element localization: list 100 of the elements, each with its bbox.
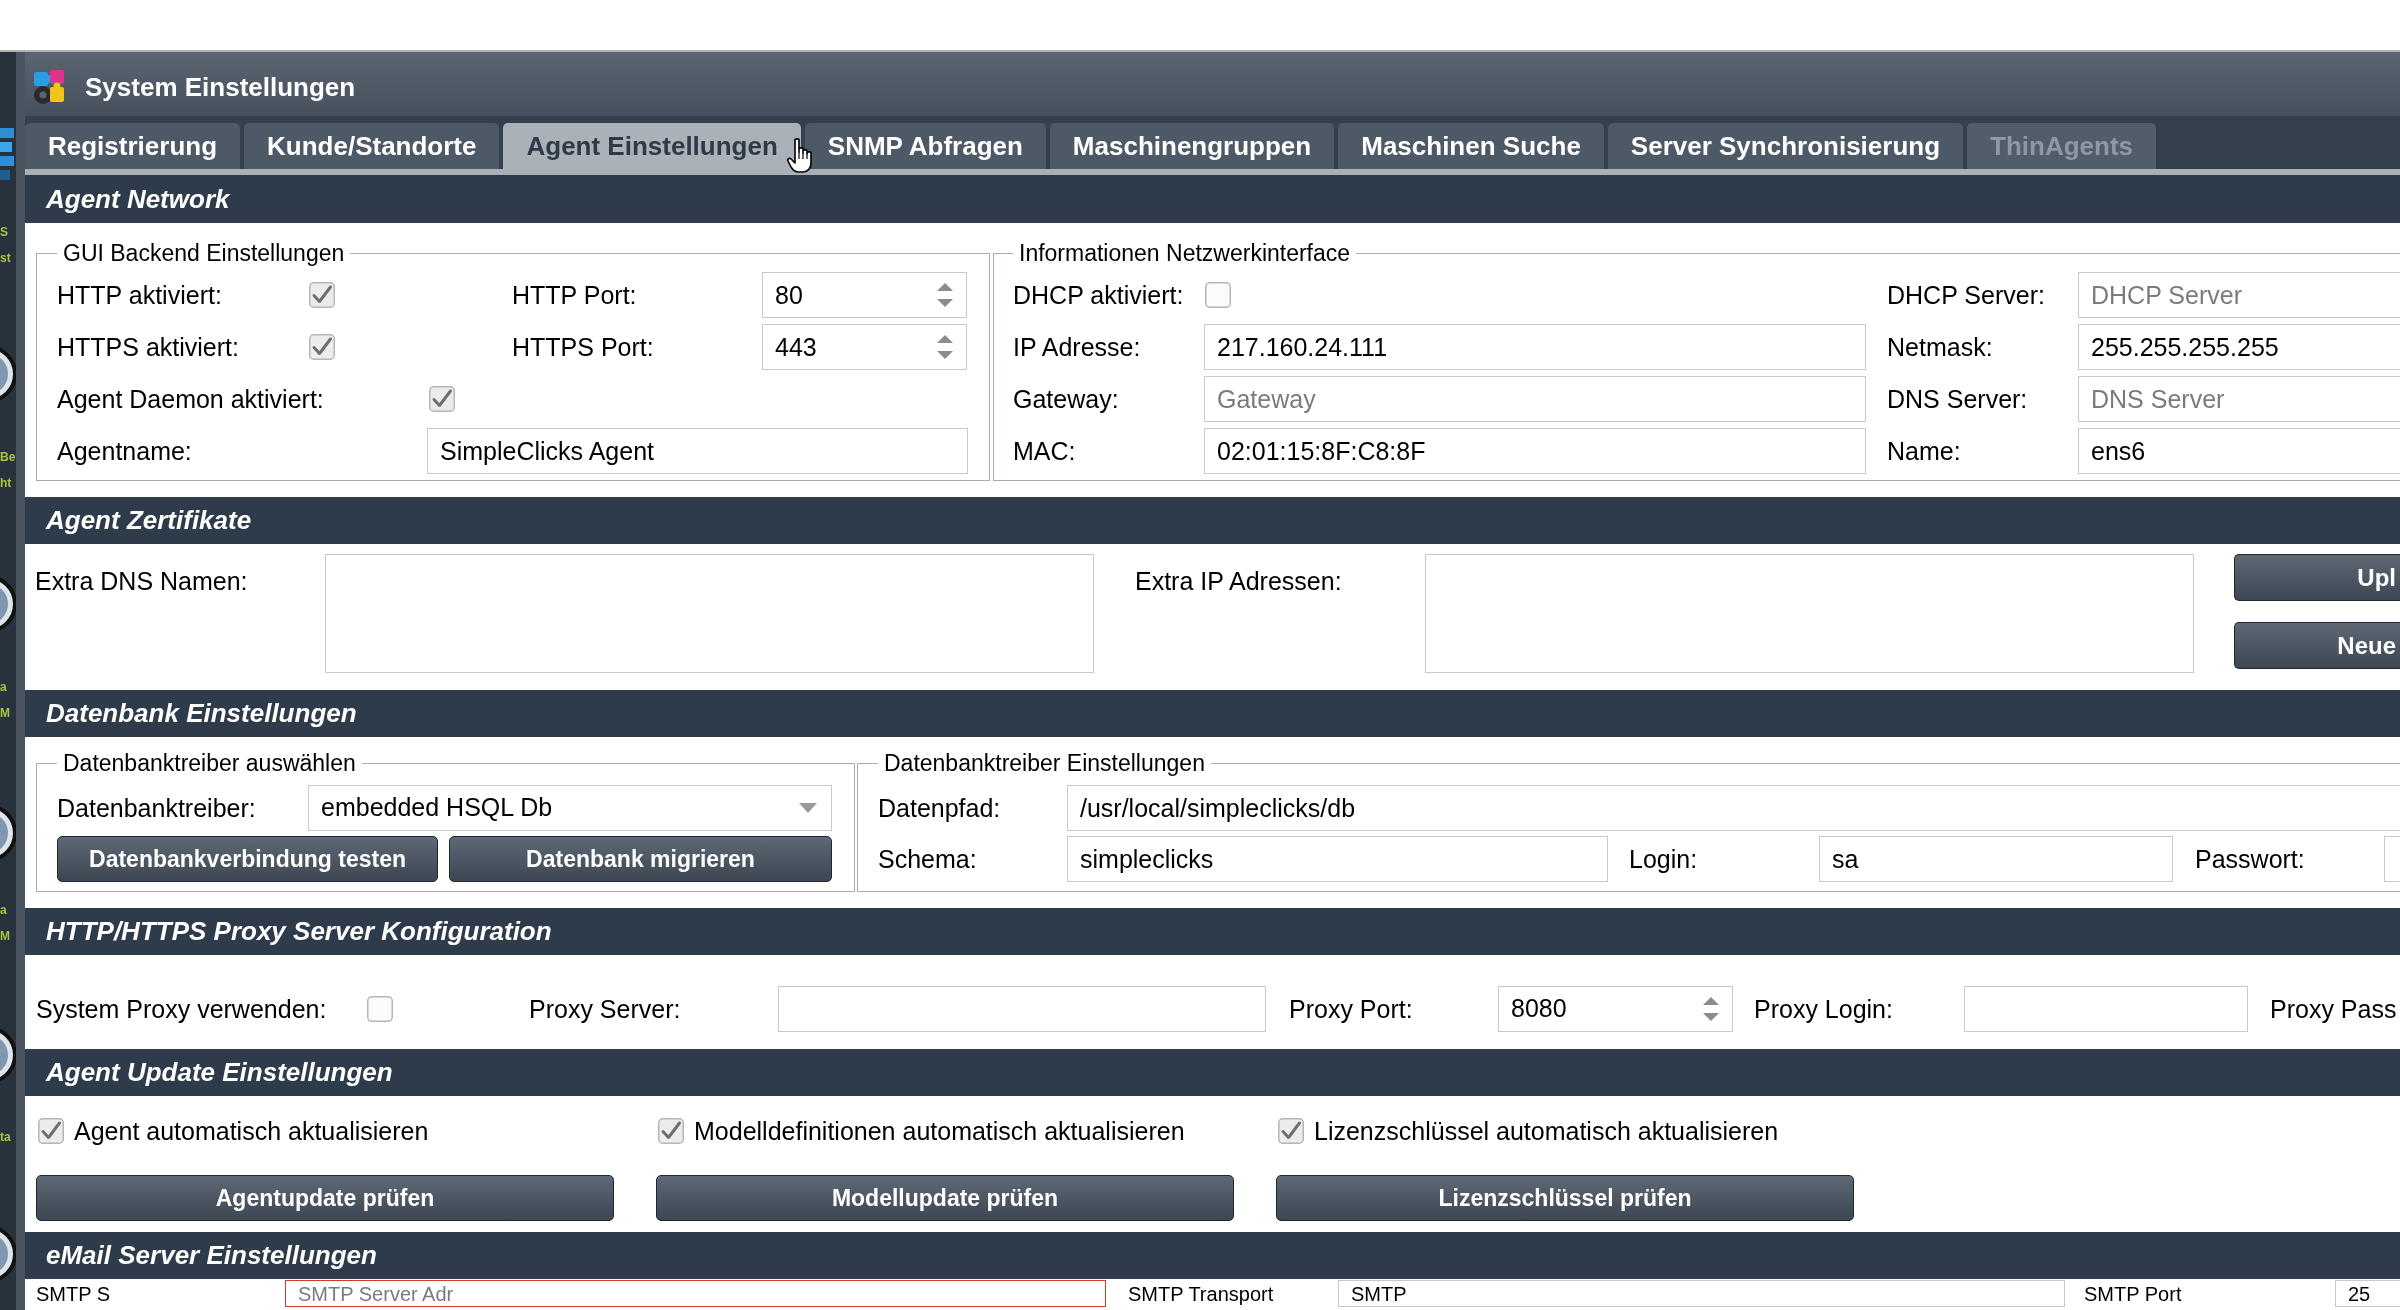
icon-label: M — [0, 705, 10, 722]
text-field[interactable]: 217.160.24.111 — [1204, 324, 1866, 370]
icon-label: a — [0, 679, 8, 696]
caret-icon — [799, 803, 817, 813]
text-field[interactable]: SMTP Server Adr — [285, 1280, 1106, 1307]
tab[interactable]: Maschinengruppen — [1049, 123, 1335, 169]
action-button[interactable]: Upl — [2234, 554, 2400, 601]
field-label: HTTPS Port: — [512, 332, 655, 362]
checkbox[interactable] — [658, 1118, 684, 1144]
window-title: System Einstellungen — [85, 70, 356, 104]
field-label: Proxy Pass — [2270, 993, 2397, 1024]
text-field[interactable]: SMTP — [1338, 1280, 2065, 1307]
field-label: Modelldefinitionen automatisch aktualisieren — [694, 1116, 1185, 1146]
field-label: Proxy Server: — [529, 993, 682, 1024]
text-field[interactable]: ens6 — [2078, 428, 2400, 474]
action-button[interactable]: Lizenzschlüssel prüfen — [1276, 1175, 1854, 1221]
checkbox[interactable] — [1278, 1118, 1304, 1144]
checkbox[interactable] — [309, 334, 335, 360]
field-label: Extra DNS Namen: — [35, 566, 249, 596]
action-button[interactable]: Neue — [2234, 622, 2400, 669]
section-header: eMail Server Einstellungen — [25, 1232, 2400, 1279]
text-field[interactable] — [1964, 985, 2248, 1032]
field-label: Passwort: — [2195, 844, 2306, 874]
icon-label: Be — [0, 449, 16, 466]
field-label: Agentname: — [57, 436, 193, 466]
dropdown[interactable]: embedded HSQL Db — [308, 785, 832, 831]
field-label: Schema: — [878, 844, 978, 874]
icon-label: M — [0, 928, 10, 945]
tab[interactable]: SNMP Abfragen — [804, 123, 1046, 169]
checkbox[interactable] — [1205, 282, 1231, 308]
text-field[interactable]: 25 — [2335, 1280, 2400, 1307]
icon-label: st — [0, 250, 11, 267]
section-header: HTTP/HTTPS Proxy Server Konfiguration — [25, 908, 2400, 955]
tab[interactable]: Maschinen Suche — [1338, 123, 1604, 169]
tab[interactable]: Server Synchronisierung — [1607, 123, 1964, 169]
action-button[interactable]: Datenbankverbindung testen — [57, 836, 438, 882]
text-field[interactable]: sa — [1819, 836, 2173, 882]
text-field[interactable]: Gateway — [1204, 376, 1866, 422]
number-field[interactable]: 8080 — [1498, 985, 1733, 1032]
field-label: SMTP Transport — [1128, 1281, 1275, 1306]
field-label: Netmask: — [1887, 332, 1994, 362]
field-label: DHCP Server: — [1887, 280, 2046, 310]
tab[interactable]: Agent Einstellungen — [503, 123, 801, 169]
spinner-icon[interactable] — [937, 335, 953, 359]
number-field[interactable]: 443 — [762, 324, 967, 370]
hand-cursor-icon — [787, 138, 813, 174]
section-header: Datenbank Einstellungen — [25, 690, 2400, 737]
field-label: Proxy Port: — [1289, 993, 1414, 1024]
field-label: SMTP Port — [2084, 1281, 2183, 1306]
tab[interactable]: Kunde/Standorte — [244, 123, 500, 169]
number-field[interactable]: 80 — [762, 272, 967, 318]
field-label: Login: — [1629, 844, 1699, 874]
field-label: Datenpfad: — [878, 793, 1002, 823]
field-label: Agent automatisch aktualisieren — [74, 1116, 429, 1146]
icon-label: a — [0, 902, 8, 919]
text-field[interactable]: 02:01:15:8F:C8:8F — [1204, 428, 1866, 474]
action-button[interactable]: Modellupdate prüfen — [656, 1175, 1234, 1221]
icon-label: S — [0, 224, 9, 241]
checkbox[interactable] — [429, 386, 455, 412]
checkbox[interactable] — [38, 1118, 64, 1144]
field-label: MAC: — [1013, 436, 1077, 466]
tab[interactable]: Registrierung — [25, 123, 241, 169]
group-legend: Informationen Netzwerkinterface — [1013, 240, 1357, 267]
section-header: Agent Update Einstellungen — [25, 1049, 2400, 1096]
text-field[interactable]: 255.255.255.255 — [2078, 324, 2400, 370]
checkbox[interactable] — [309, 282, 335, 308]
field-label: DHCP aktiviert: — [1013, 280, 1185, 310]
field-label: Datenbanktreiber: — [57, 793, 257, 823]
icon-label: ht — [0, 475, 13, 492]
text-field[interactable]: simpleclicks — [1067, 836, 1608, 882]
text-field[interactable]: SimpleClicks Agent — [427, 428, 968, 474]
text-field[interactable]: DNS Server — [2078, 376, 2400, 422]
field-label: Gateway: — [1013, 384, 1120, 414]
group-legend: Datenbanktreiber Einstellungen — [878, 750, 1211, 777]
text-field[interactable] — [778, 985, 1266, 1032]
field-label: DNS Server: — [1887, 384, 2029, 414]
section-header: Agent Network — [25, 175, 2400, 223]
field-label: Agent Daemon aktiviert: — [57, 384, 325, 414]
puzzle-icon — [32, 68, 66, 106]
field-label: HTTPS aktiviert: — [57, 332, 240, 362]
text-field[interactable]: DHCP Server — [2078, 272, 2400, 318]
field-label: Proxy Login: — [1754, 993, 1894, 1024]
icon-label: ta — [0, 1129, 11, 1146]
group-legend: Datenbanktreiber auswählen — [57, 750, 362, 777]
checkbox[interactable] — [367, 995, 393, 1022]
spinner-icon[interactable] — [1703, 996, 1719, 1021]
field-label: IP Adresse: — [1013, 332, 1142, 362]
text-field[interactable]: /usr/local/simpleclicks/db — [1067, 785, 2400, 831]
group-legend: GUI Backend Einstellungen — [57, 240, 351, 267]
field-label: Lizenzschlüssel automatisch aktualisieren — [1314, 1116, 1779, 1146]
action-button[interactable]: Agentupdate prüfen — [36, 1175, 614, 1221]
field-label: HTTP aktiviert: — [57, 280, 223, 310]
field-label: SMTP S — [36, 1281, 112, 1306]
action-button[interactable]: Datenbank migrieren — [449, 836, 832, 882]
section-header: Agent Zertifikate — [25, 497, 2400, 544]
field-label: Extra IP Adressen: — [1135, 566, 1343, 596]
field-label: System Proxy verwenden: — [36, 993, 328, 1024]
field-label: HTTP Port: — [512, 280, 638, 310]
field-label: Name: — [1887, 436, 1962, 466]
spinner-icon[interactable] — [937, 283, 953, 307]
